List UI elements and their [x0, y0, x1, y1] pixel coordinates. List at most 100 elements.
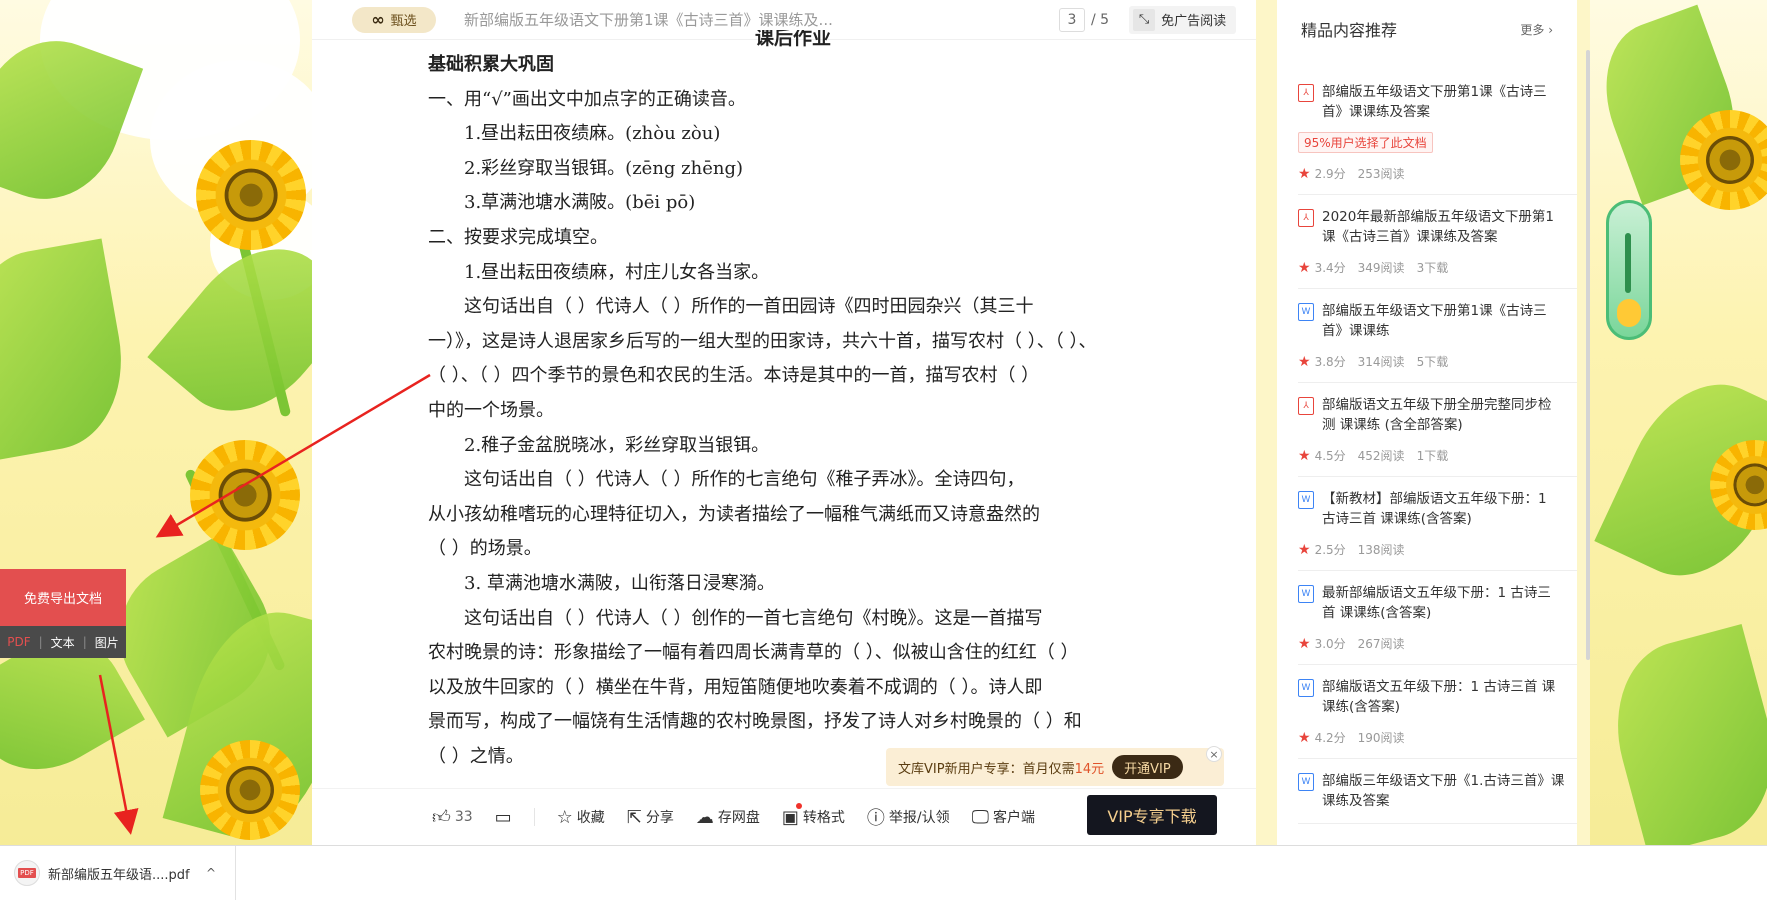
recommendation-title[interactable]: 部编版五年级语文下册第1课《古诗三 首》课课练	[1322, 301, 1577, 341]
document-body: 基础积累大巩固 一、用“√”画出文中加点字的正确读音。 1.昼出耘田夜绩麻。(zhò…	[428, 48, 1158, 774]
word-file-icon: W	[1298, 679, 1314, 697]
document-line: 1.昼出耘田夜绩麻，村庄儿女各当家。	[464, 261, 770, 283]
document-bottom-toolbar: 👍︎ 33 ▭ ☆ 收藏 ⇱ 分享 ☁ 存网盘 ▣ 转格式 ⓘ 举报/认领 �	[312, 788, 1256, 845]
export-pdf-option[interactable]: PDF	[7, 635, 30, 649]
comment-icon: ▭	[494, 806, 512, 828]
read-count: 314阅读	[1357, 355, 1405, 369]
download-count: 3下载	[1416, 261, 1449, 275]
recommendation-item[interactable]: W 部编版三年级语文下册《1.古诗三首》课 课练及答案	[1298, 759, 1577, 824]
sunflower-shape	[196, 140, 306, 250]
document-line: 1.昼出耘田夜绩麻。(zhòu zòu)	[464, 123, 721, 145]
pdf-file-icon: ⅄	[1298, 209, 1314, 227]
leaf-shape	[0, 238, 137, 462]
document-line: 2.稚子金盆脱晓冰，彩丝穿取当银铒。	[464, 434, 770, 456]
rating-score: 4.2分	[1314, 731, 1346, 745]
rating-score: 2.9分	[1314, 167, 1346, 181]
recommendation-meta: ★ 2.9分 253阅读	[1298, 165, 1577, 182]
recommendation-meta: ★ 4.5分 452阅读 1下载	[1298, 447, 1577, 464]
recommendation-title[interactable]: 2020年最新部编版五年级语文下册第1 课《古诗三首》课课练及答案	[1322, 207, 1577, 247]
vip-promo-text: 文库VIP新用户专享：首月仅需	[898, 761, 1075, 777]
recommendation-item[interactable]: ⅄ 部编版语文五年级下册全册完整同步检 测 课课练 (含全部答案) ★ 4.5分 452…	[1298, 383, 1577, 477]
recommendation-item[interactable]: ⅄ 部编版五年级语文下册第1课《古诗三 首》课课练及答案 95%用户选择了此文档 ★ 2…	[1298, 70, 1577, 195]
word-file-icon: W	[1298, 491, 1314, 509]
recommendation-item[interactable]: ⅄ 2020年最新部编版五年级语文下册第1 课《古诗三首》课课练及答案 ★ 3.4分 3…	[1298, 195, 1577, 289]
document-line: 景而写，构成了一幅饶有生活情趣的农村晚景图，抒发了诗人对乡村晚景的（ ）和	[428, 711, 1082, 733]
star-outline-icon: ☆	[556, 806, 573, 828]
export-text-option[interactable]: 文本	[51, 634, 75, 651]
page-number-input[interactable]: 3	[1059, 7, 1085, 32]
document-line: 这句话出自（ ）代诗人（ ）创作的一首七言绝句《村晚》。这是一首描写	[464, 607, 1043, 629]
download-count: 1下载	[1416, 449, 1449, 463]
comment-button[interactable]: ▭	[495, 807, 512, 828]
page-indicator: 3 / 5	[1059, 7, 1109, 32]
recommendations-title: 精品内容推荐	[1301, 21, 1398, 40]
save-cloud-label: 存网盘	[717, 810, 760, 826]
word-file-icon: W	[1298, 303, 1314, 321]
recommendation-item[interactable]: W 【新教材】部编版语文五年级下册：1 古诗三首 课课练(含答案) ★ 2.5分 138…	[1298, 477, 1577, 571]
chevron-up-icon[interactable]: ^	[206, 866, 216, 880]
rating-score: 2.5分	[1314, 543, 1346, 557]
client-app-button[interactable]: 🖵︎ 客户端	[972, 807, 1035, 828]
warning-circle-icon: ⓘ	[866, 808, 885, 829]
recommendation-meta: ★ 3.0分 267阅读	[1298, 635, 1577, 652]
favorite-button[interactable]: ☆ 收藏	[557, 807, 605, 828]
recommendation-meta: ★ 3.8分 314阅读 5下载	[1298, 353, 1577, 370]
star-icon: ★	[1298, 353, 1311, 370]
recommendation-title[interactable]: 最新部编版语文五年级下册：1 古诗三 首 课课练(含答案)	[1322, 583, 1577, 623]
like-count: 33	[454, 809, 473, 825]
report-claim-button[interactable]: ⓘ 举报/认领	[867, 804, 950, 830]
option-separator: |	[38, 635, 43, 649]
recommendation-title[interactable]: 部编版语文五年级下册全册完整同步检 测 课课练 (含全部答案)	[1322, 395, 1577, 435]
leaf-shape	[1596, 623, 1767, 845]
export-image-option[interactable]: 图片	[95, 634, 119, 651]
open-vip-button[interactable]: 开通VIP	[1112, 755, 1183, 779]
word-file-icon: W	[1298, 585, 1314, 603]
document-line: （ ）的场景。	[428, 538, 542, 560]
expand-icon: ⤡	[1133, 8, 1156, 31]
recommendation-title[interactable]: 部编版五年级语文下册第1课《古诗三 首》课课练及答案	[1322, 82, 1577, 122]
plant-capsule-icon[interactable]	[1606, 200, 1652, 340]
document-line: 2.彩丝穿取当银铒。(zēng zhēng)	[464, 157, 744, 179]
no-ad-reading-label: 免广告阅读	[1161, 14, 1227, 29]
download-count: 5下载	[1416, 355, 1449, 369]
favorite-label: 收藏	[576, 810, 605, 826]
more-link[interactable]: 更多 ›	[1520, 21, 1553, 38]
convert-format-button[interactable]: ▣ 转格式	[781, 802, 845, 828]
document-line: （ ）、（ ）四个季节的景色和农民的生活。本诗是其中的一首，描写农村（ ）	[428, 365, 1040, 387]
recommendation-title[interactable]: 部编版语文五年级下册：1 古诗三首 课 课练(含答案)	[1322, 677, 1577, 717]
recommendation-title[interactable]: 部编版三年级语文下册《1.古诗三首》课 课练及答案	[1322, 771, 1577, 811]
sidebar-scrollbar[interactable]	[1586, 50, 1590, 660]
toolbar-divider	[533, 808, 535, 826]
free-export-button[interactable]: 免费导出文档	[0, 569, 126, 626]
like-button[interactable]: 👍︎ 33	[432, 806, 473, 828]
client-label: 客户端	[992, 810, 1035, 826]
recommendation-item[interactable]: W 部编版语文五年级下册：1 古诗三首 课 课练(含答案) ★ 4.2分 190阅读	[1298, 665, 1577, 759]
recommendation-item[interactable]: W 最新部编版语文五年级下册：1 古诗三 首 课课练(含答案) ★ 3.0分 267阅读	[1298, 571, 1577, 665]
zhenxuan-label: 甄选	[390, 14, 417, 29]
read-count: 349阅读	[1357, 261, 1405, 275]
share-button[interactable]: ⇱ 分享	[627, 807, 674, 828]
zhenxuan-badge[interactable]: ∞ 甄选	[352, 6, 436, 33]
read-count: 267阅读	[1357, 637, 1405, 651]
downloaded-file-item[interactable]: PDF 新部编版五年级语....pdf ^	[0, 845, 236, 900]
recommendation-title[interactable]: 【新教材】部编版语文五年级下册：1 古诗三首 课课练(含答案)	[1322, 489, 1577, 529]
vip-download-button[interactable]: VIP专享下载	[1087, 795, 1217, 835]
star-icon: ★	[1298, 541, 1311, 558]
save-to-cloud-button[interactable]: ☁ 存网盘	[696, 807, 760, 828]
close-popup-icon[interactable]: ×	[1206, 746, 1222, 762]
right-decorative-background	[1590, 0, 1767, 845]
document-line: 二、按要求完成填空。	[428, 226, 608, 248]
rating-score: 3.0分	[1314, 637, 1346, 651]
export-panel: 免费导出文档 PDF | 文本 | 图片	[0, 569, 126, 658]
document-title: 新部编版五年级语文下册第1课《古诗三首》课课练及...	[464, 11, 833, 29]
pdf-file-icon: PDF	[14, 860, 40, 886]
document-page: 课后作业 基础积累大巩固 一、用“√”画出文中加点字的正确读音。 1.昼出耘田夜绩麻…	[428, 30, 1158, 785]
toolbox-icon: ▣	[781, 806, 799, 828]
read-count: 253阅读	[1357, 167, 1405, 181]
recommendation-item[interactable]: W 部编版五年级语文下册第1课《古诗三 首》课课练 ★ 3.8分 314阅读 5下载	[1298, 289, 1577, 383]
recommendation-meta: ★ 2.5分 138阅读	[1298, 541, 1577, 558]
share-label: 分享	[645, 810, 674, 826]
document-line: 这句话出自（ ）代诗人（ ）所作的七言绝句《稚子弄冰》。全诗四句，	[464, 469, 1025, 491]
option-separator: |	[82, 635, 87, 649]
document-line: 以及放牛回家的（ ）横坐在牛背，用短笛随便地吹奏着不成调的（ ）。诗人即	[428, 676, 1043, 698]
